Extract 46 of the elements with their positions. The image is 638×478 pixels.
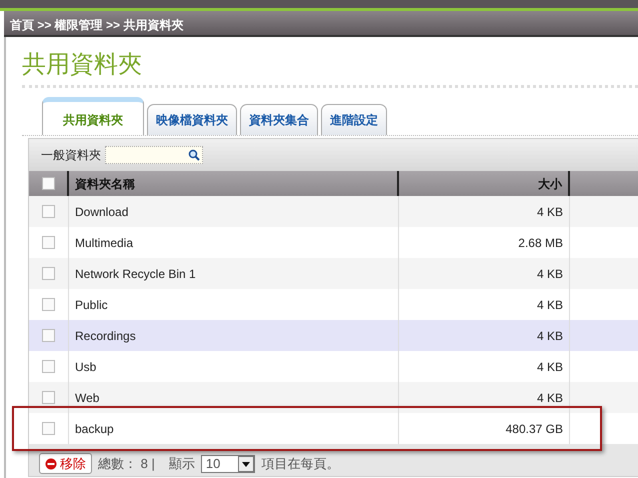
per-page-label: 項目在每頁。 xyxy=(261,454,340,473)
page-title: 共用資料夾 xyxy=(22,53,143,80)
search-icon[interactable] xyxy=(188,149,200,161)
folder-size: 4 KB xyxy=(536,296,563,314)
folder-size: 2.68 MB xyxy=(518,234,563,252)
folder-size: 4 KB xyxy=(536,390,563,406)
folder-name: Multimedia xyxy=(75,234,134,252)
breadcrumb: 首頁 >> 權限管理 >> 共用資料夾 xyxy=(4,11,638,37)
minus-circle-icon xyxy=(45,458,57,470)
row-checkbox[interactable] xyxy=(42,360,55,373)
row-checkbox[interactable] xyxy=(42,422,55,435)
filter-label: 一般資料夾 xyxy=(41,147,101,164)
folder-name: Network Recycle Bin 1 xyxy=(75,266,196,282)
remove-button[interactable]: 移除 xyxy=(39,452,92,474)
column-header[interactable]: 資料夾名稱 xyxy=(75,174,135,192)
table-row[interactable]: Download 4 KB xyxy=(29,196,638,227)
page-size-select[interactable]: 10 xyxy=(200,454,256,472)
tab[interactable]: 進階設定 xyxy=(321,104,387,135)
folder-name: Download xyxy=(75,204,128,220)
row-checkbox[interactable] xyxy=(42,267,55,280)
folder-size: 4 KB xyxy=(536,358,563,376)
total-count: 總數： 8 | xyxy=(98,454,155,473)
table-row[interactable]: Recordings 4 KB xyxy=(29,320,638,351)
table-row[interactable]: Network Recycle Bin 1 4 KB xyxy=(29,258,638,289)
select-all-checkbox[interactable] xyxy=(42,177,55,190)
folder-name: Web xyxy=(75,390,100,406)
show-label: 顯示 xyxy=(168,454,195,473)
row-checkbox[interactable] xyxy=(42,329,55,342)
column-header[interactable]: 大小 xyxy=(538,174,562,192)
row-checkbox[interactable] xyxy=(42,391,55,404)
folder-name: Usb xyxy=(75,358,96,376)
folder-size: 480.37 GB xyxy=(506,420,563,438)
row-checkbox[interactable] xyxy=(42,298,55,311)
tab[interactable]: 資料夾集合 xyxy=(240,104,318,135)
folder-name: Recordings xyxy=(75,328,136,344)
search-field[interactable] xyxy=(105,146,203,164)
folder-size: 4 KB xyxy=(536,266,563,282)
folder-name: Public xyxy=(75,296,108,314)
row-checkbox[interactable] xyxy=(42,205,55,218)
table-row[interactable]: Web 4 KB xyxy=(29,382,638,413)
folder-size: 4 KB xyxy=(536,328,563,344)
tab[interactable]: 共用資料夾 xyxy=(42,97,144,135)
folder-size: 4 KB xyxy=(536,204,563,220)
tab[interactable]: 映像檔資料夾 xyxy=(147,104,237,135)
folder-name: backup xyxy=(75,420,114,438)
row-checkbox[interactable] xyxy=(42,236,55,249)
